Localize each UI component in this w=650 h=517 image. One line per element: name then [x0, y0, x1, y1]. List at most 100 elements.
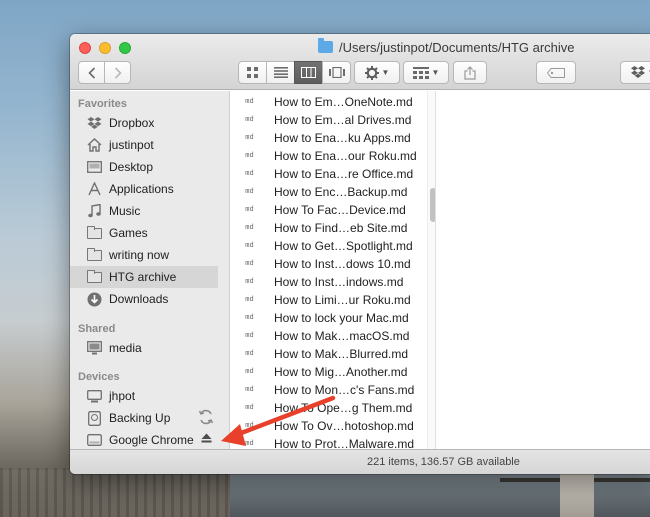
file-name: How to Mig…Another.md: [274, 365, 408, 379]
sidebar-item-label: Google Chrome: [109, 433, 194, 447]
file-row[interactable]: md How to Ena…our Roku.md: [231, 147, 427, 165]
file-row[interactable]: md How to Em…al Drives.md: [231, 111, 427, 129]
sidebar-item-label: media: [109, 341, 142, 355]
close-window-button[interactable]: [79, 42, 91, 54]
view-mode-control[interactable]: [238, 61, 351, 84]
markdown-file-icon: md: [243, 311, 256, 325]
back-button[interactable]: [78, 61, 105, 84]
sidebar-item-justinpot[interactable]: justinpot: [70, 134, 218, 156]
file-row[interactable]: md How to Ena…ku Apps.md: [231, 129, 427, 147]
file-row[interactable]: md How to Ena…re Office.md: [231, 165, 427, 183]
folder-icon: [318, 38, 333, 53]
file-row[interactable]: md How to Mak…Blurred.md: [231, 345, 427, 363]
file-row[interactable]: md How to Inst…indows.md: [231, 273, 427, 291]
minimize-window-button[interactable]: [99, 42, 111, 54]
file-row[interactable]: md How to Em…OneNote.md: [231, 93, 427, 111]
cover-flow-icon: [328, 67, 345, 78]
computer-icon: [86, 389, 102, 403]
file-row[interactable]: md How to Find…eb Site.md: [231, 219, 427, 237]
sidebar-item-jhpot[interactable]: jhpot: [70, 385, 218, 407]
file-name: How to Prot…Malware.md: [274, 437, 415, 449]
file-icon-label: md: [245, 422, 254, 430]
arrange-menu-button[interactable]: ▼: [403, 61, 449, 84]
share-button[interactable]: [453, 61, 487, 84]
file-icon-label: md: [245, 134, 254, 142]
forward-button[interactable]: [104, 61, 131, 84]
status-bar: 221 items, 136.57 GB available: [70, 449, 650, 474]
column-view-icon: [301, 67, 316, 78]
column-scrollbar[interactable]: [427, 91, 435, 449]
markdown-file-icon: md: [243, 365, 256, 379]
sidebar-item-dropbox[interactable]: Dropbox: [70, 112, 218, 134]
sidebar-item-music[interactable]: Music: [70, 200, 218, 222]
file-name: How to Limi…ur Roku.md: [274, 293, 411, 307]
sidebar-item-label: Music: [109, 204, 141, 218]
markdown-file-icon: md: [243, 131, 256, 145]
sidebar-item-writing-now[interactable]: writing now: [70, 244, 218, 266]
list-view-button[interactable]: [266, 61, 295, 84]
action-menu-button[interactable]: ▼: [354, 61, 400, 84]
icon-view-button[interactable]: [238, 61, 267, 84]
sidebar-item-backing-up[interactable]: Backing Up: [70, 407, 218, 429]
sidebar-item-applications[interactable]: Applications: [70, 178, 218, 200]
disk-icon: [86, 433, 102, 447]
markdown-file-icon: md: [243, 113, 256, 127]
file-row[interactable]: md How To Ov…hotoshop.md: [231, 417, 427, 435]
file-name: How to Ena…our Roku.md: [274, 149, 417, 163]
markdown-file-icon: md: [243, 383, 256, 397]
file-row[interactable]: md How to lock your Mac.md: [231, 309, 427, 327]
sidebar-item-label: Backing Up: [109, 411, 171, 425]
arrange-icon: [412, 66, 429, 79]
file-icon-label: md: [245, 332, 254, 340]
empty-column[interactable]: [437, 91, 650, 449]
file-row[interactable]: md How to Inst…dows 10.md: [231, 255, 427, 273]
share-icon: [464, 65, 476, 80]
file-icon-label: md: [245, 206, 254, 214]
file-name: How to Em…OneNote.md: [274, 95, 413, 109]
scrollbar-thumb[interactable]: [430, 188, 435, 222]
list-view-icon: [273, 67, 288, 78]
file-row[interactable]: md How to Enc…Backup.md: [231, 183, 427, 201]
zoom-window-button[interactable]: [119, 42, 131, 54]
cover-flow-button[interactable]: [322, 61, 351, 84]
desktop-wallpaper-pier: [0, 468, 230, 517]
sidebar-item-desktop[interactable]: Desktop: [70, 156, 218, 178]
file-name: How to Ena…ku Apps.md: [274, 131, 411, 145]
sidebar-item-media[interactable]: media: [70, 337, 218, 359]
file-row[interactable]: md How to Mon…c's Fans.md: [231, 381, 427, 399]
sidebar-item-downloads[interactable]: Downloads: [70, 288, 218, 310]
sidebar-item-htg-archive[interactable]: HTG archive: [70, 266, 218, 288]
markdown-file-icon: md: [243, 437, 256, 449]
markdown-file-icon: md: [243, 95, 256, 109]
file-name: How to Find…eb Site.md: [274, 221, 408, 235]
file-column[interactable]: md How to Em…OneNote.md md How to Em…al Dri…: [231, 91, 436, 449]
file-row[interactable]: md How to Mak…macOS.md: [231, 327, 427, 345]
markdown-file-icon: md: [243, 329, 256, 343]
edit-tags-button[interactable]: [536, 61, 576, 84]
sidebar-item-label: Applications: [109, 182, 174, 196]
eject-button[interactable]: [201, 433, 223, 446]
markdown-file-icon: md: [243, 239, 256, 253]
column-view-button[interactable]: [294, 61, 323, 84]
file-icon-label: md: [245, 368, 254, 376]
dropbox-menu-button[interactable]: ▼: [620, 61, 650, 84]
applications-icon: [86, 182, 102, 196]
file-name: How to lock your Mac.md: [274, 311, 409, 325]
file-icon-label: md: [245, 440, 254, 448]
file-row[interactable]: md How to Mig…Another.md: [231, 363, 427, 381]
file-row[interactable]: md How To Fac…Device.md: [231, 201, 427, 219]
file-row[interactable]: md How To Ope…g Them.md: [231, 399, 427, 417]
file-icon-label: md: [245, 350, 254, 358]
finder-window: /Users/justinpot/Documents/HTG archive ▼…: [70, 34, 650, 474]
title-bar[interactable]: /Users/justinpot/Documents/HTG archive ▼…: [70, 34, 650, 90]
display-icon: [86, 341, 102, 355]
file-row[interactable]: md How to Limi…ur Roku.md: [231, 291, 427, 309]
file-row[interactable]: md How to Prot…Malware.md: [231, 435, 427, 449]
file-icon-label: md: [245, 386, 254, 394]
file-row[interactable]: md How to Get…Spotlight.md: [231, 237, 427, 255]
sidebar-item-label: justinpot: [109, 138, 154, 152]
markdown-file-icon: md: [243, 401, 256, 415]
sidebar-item-games[interactable]: Games: [70, 222, 218, 244]
file-name: How To Ov…hotoshop.md: [274, 419, 414, 433]
sidebar-item-google-chrome[interactable]: Google Chrome: [70, 429, 218, 451]
